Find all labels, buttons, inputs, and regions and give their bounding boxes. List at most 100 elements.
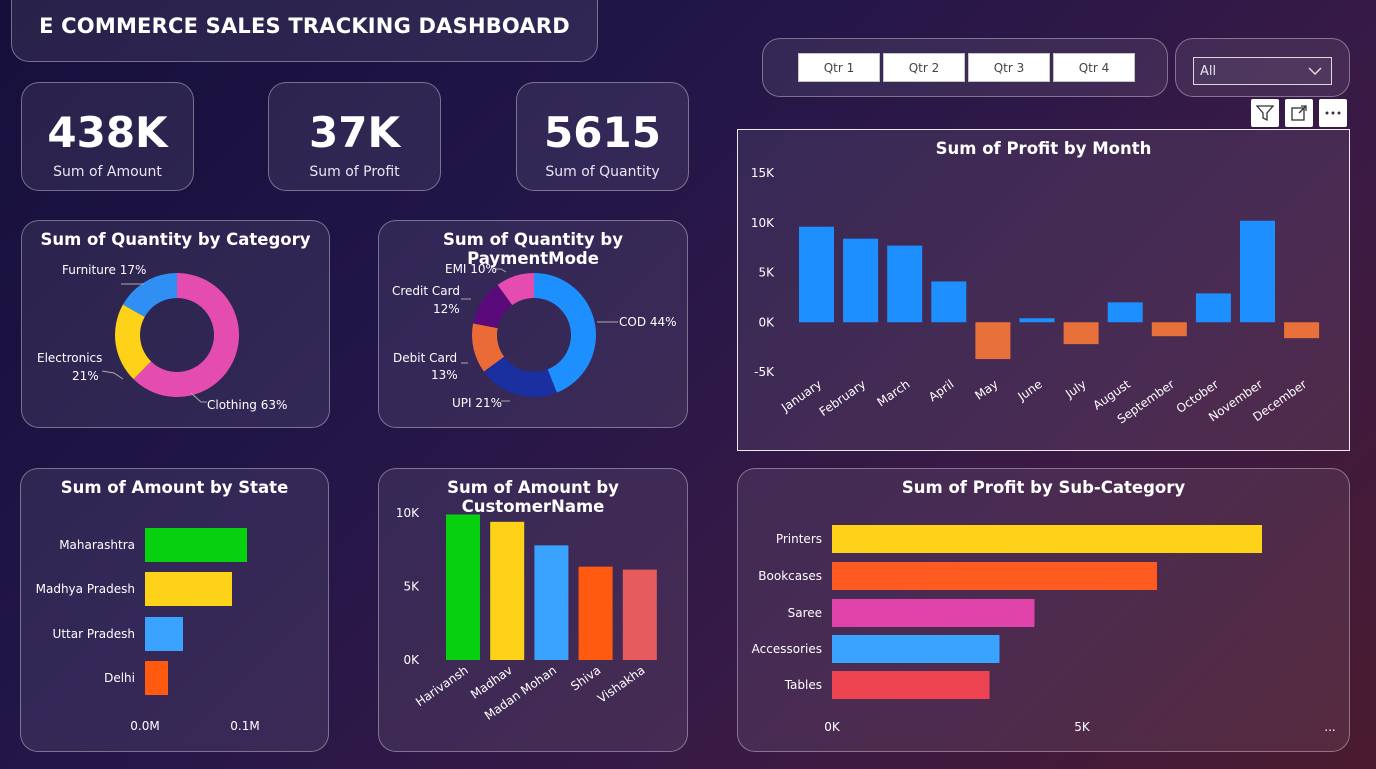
bar-january[interactable] xyxy=(799,226,834,323)
donut-label: Clothing 63% xyxy=(207,398,287,412)
x-tick-label: March xyxy=(874,377,912,409)
bar-july[interactable] xyxy=(1063,322,1099,345)
x-tick-label: Shiva xyxy=(568,663,603,693)
bar-madan-mohan[interactable] xyxy=(534,545,569,660)
kpi-card-quantity[interactable]: 5615 Sum of Quantity xyxy=(516,82,689,191)
donut-label: Credit Card xyxy=(392,284,460,298)
filter-icon[interactable] xyxy=(1251,99,1279,127)
donut-label: 13% xyxy=(431,368,458,382)
bar-october[interactable] xyxy=(1195,293,1231,323)
x-tick-label: 0.1M xyxy=(230,719,259,733)
bar-saree[interactable] xyxy=(832,599,1035,627)
x-tick-label: June xyxy=(1014,377,1044,404)
bar-february[interactable] xyxy=(843,238,879,323)
y-tick-label: 0K xyxy=(758,315,775,329)
y-tick-label: Delhi xyxy=(104,671,135,685)
x-tick-label: April xyxy=(926,377,957,404)
bar-maharashtra[interactable] xyxy=(145,528,247,562)
focus-mode-icon[interactable] xyxy=(1285,99,1313,127)
category-donut-chart: Furniture 17% Electronics 21% Clothing 6… xyxy=(37,263,287,412)
filter-dropdown[interactable]: All xyxy=(1193,57,1332,85)
bar-bookcases[interactable] xyxy=(832,562,1157,590)
month-chart-card[interactable]: Sum of Profit by Month 15K 10K 5K 0K -5K Janu… xyxy=(737,129,1350,451)
dashboard-title: E COMMERCE SALES TRACKING DASHBOARD xyxy=(39,14,570,38)
kpi-value: 5615 xyxy=(544,108,661,157)
bar-may[interactable] xyxy=(975,322,1011,360)
kpi-card-profit[interactable]: 37K Sum of Profit xyxy=(268,82,441,191)
more-ellipsis[interactable]: ... xyxy=(1324,720,1335,734)
quarter-slicer: Qtr 1 Qtr 2 Qtr 3 Qtr 4 xyxy=(762,38,1168,97)
kpi-label: Sum of Quantity xyxy=(545,164,660,180)
customer-chart-card[interactable]: Sum of Amount by CustomerName 10K 5K 0K Har… xyxy=(378,468,688,752)
x-tick-label: 0K xyxy=(824,720,841,734)
bar-shiva[interactable] xyxy=(578,566,613,660)
bar-printers[interactable] xyxy=(832,525,1262,553)
kpi-card-amount[interactable]: 438K Sum of Amount xyxy=(21,82,194,191)
x-tick-label: Vishakha xyxy=(595,663,648,706)
y-tick-label: 0K xyxy=(403,653,420,667)
y-tick-label: Tables xyxy=(784,678,822,692)
donut-label: Furniture 17% xyxy=(62,263,146,277)
bar-uttar-pradesh[interactable] xyxy=(145,617,183,651)
subcategory-bar-chart: Printers Bookcases Saree Accessories Tables 0… xyxy=(752,525,1336,734)
donut-label: Electronics xyxy=(37,351,102,365)
donut-label: COD 44% xyxy=(619,315,677,329)
kpi-value: 37K xyxy=(309,108,400,157)
bar-madhya-pradesh[interactable] xyxy=(145,572,232,606)
category-chart-card[interactable]: Sum of Quantity by Category Furniture 17… xyxy=(21,220,330,428)
y-tick-label: -5K xyxy=(754,365,775,379)
y-tick-label: 15K xyxy=(751,166,775,180)
x-tick-label: Harivansh xyxy=(413,663,471,709)
y-tick-label: 10K xyxy=(751,216,775,230)
y-tick-label: 5K xyxy=(758,266,775,280)
qtr-2-button[interactable]: Qtr 2 xyxy=(883,53,965,82)
kpi-value: 438K xyxy=(47,108,168,157)
payment-chart-card[interactable]: Sum of Quantity by PaymentMode COD 44% U… xyxy=(378,220,688,428)
qtr-3-button[interactable]: Qtr 3 xyxy=(968,53,1050,82)
bar-june[interactable] xyxy=(1019,318,1055,323)
y-tick-label: Uttar Pradesh xyxy=(53,627,135,641)
bar-november[interactable] xyxy=(1240,220,1275,323)
bar-harivansh[interactable] xyxy=(446,514,480,660)
x-tick-label: February xyxy=(817,377,869,419)
donut-label: Debit Card xyxy=(393,351,457,365)
bar-tables[interactable] xyxy=(832,671,990,699)
state-chart-card[interactable]: Sum of Amount by State Maharashtra Madhya… xyxy=(20,468,329,752)
state-bar-chart: Maharashtra Madhya Pradesh Uttar Pradesh De… xyxy=(36,528,260,733)
x-tick-label: 5K xyxy=(1074,720,1091,734)
month-bar-chart: 15K10K5K0K-5KJanuaryFebruary March April Ma… xyxy=(751,166,1320,427)
y-tick-label: Maharashtra xyxy=(59,538,135,552)
x-tick-label: May xyxy=(972,377,1000,403)
y-tick-label: Printers xyxy=(776,532,822,546)
y-tick-label: 10K xyxy=(396,506,420,520)
bar-april[interactable] xyxy=(931,281,967,323)
qtr-4-button[interactable]: Qtr 4 xyxy=(1053,53,1135,82)
subcategory-chart-card[interactable]: Sum of Profit by Sub-Category Printers Bo… xyxy=(737,468,1350,752)
bar-september[interactable] xyxy=(1151,322,1187,337)
x-tick-label: 0.0M xyxy=(130,719,159,733)
kpi-label: Sum of Profit xyxy=(309,164,400,180)
bar-accessories[interactable] xyxy=(832,635,1000,663)
bar-december[interactable] xyxy=(1284,322,1320,339)
bar-august[interactable] xyxy=(1107,302,1143,323)
dashboard-title-card: E COMMERCE SALES TRACKING DASHBOARD xyxy=(11,0,598,62)
donut-label: UPI 21% xyxy=(452,396,502,410)
qtr-1-button[interactable]: Qtr 1 xyxy=(798,53,880,82)
more-options-icon[interactable] xyxy=(1319,99,1347,127)
bar-madhav[interactable] xyxy=(490,521,525,660)
bar-march[interactable] xyxy=(887,245,923,323)
x-tick-label: July xyxy=(1062,377,1089,401)
y-tick-label: Bookcases xyxy=(758,569,822,583)
bar-delhi[interactable] xyxy=(145,661,168,695)
kpi-label: Sum of Amount xyxy=(53,164,162,180)
customer-bar-chart: 10K5K0KHarivanshMadhavMadan Mohan ShivaVi… xyxy=(396,506,657,723)
chevron-down-icon xyxy=(1308,67,1322,76)
y-tick-label: Accessories xyxy=(752,642,822,656)
y-tick-label: 5K xyxy=(403,580,420,594)
y-tick-label: Saree xyxy=(788,606,822,620)
y-tick-label: Madhya Pradesh xyxy=(36,582,135,596)
bar-vishakha[interactable] xyxy=(622,569,657,660)
donut-label: EMI 10% xyxy=(445,262,497,276)
donut-label: 12% xyxy=(433,302,460,316)
donut-label: 21% xyxy=(72,369,99,383)
